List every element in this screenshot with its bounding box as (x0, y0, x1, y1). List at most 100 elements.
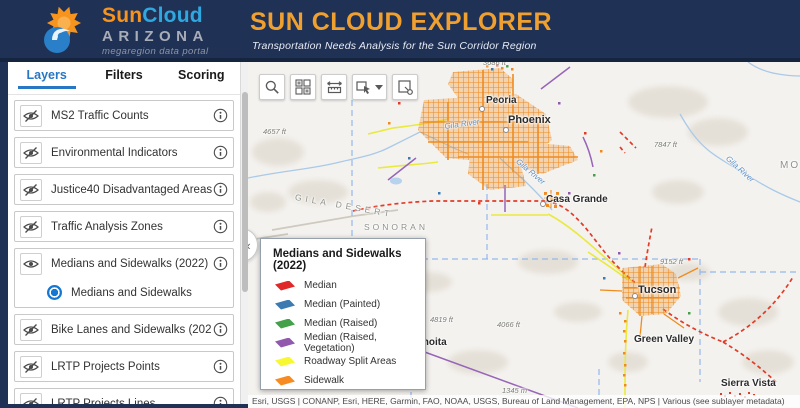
visibility-toggle[interactable] (20, 392, 42, 404)
layer-label: Medians and Sidewalks (2022) (51, 257, 209, 270)
sidebar-scrollbar[interactable] (240, 62, 248, 404)
eye-off-icon (23, 323, 39, 336)
tab-layers[interactable]: Layers (17, 62, 76, 94)
layer-card-ms2-traffic-counts[interactable]: MS2 Traffic Counts (14, 100, 234, 131)
tab-filters-label: Filters (105, 67, 143, 82)
layer-label: Environmental Indicators (51, 146, 178, 159)
legend-swatch-median (275, 280, 295, 291)
layer-label: LRTP Projects Points (51, 360, 160, 373)
tab-underline-spacer (172, 86, 230, 89)
legend-item-sidewalk: Sidewalk (261, 371, 425, 390)
phoenix-sidewalk-network (418, 68, 578, 190)
layer-card-traffic-analysis-zones[interactable]: Traffic Analysis Zones (14, 211, 234, 242)
info-glyph (213, 322, 227, 337)
info-glyph (213, 219, 227, 234)
eye-off-icon (23, 360, 39, 373)
layer-card-justice40[interactable]: Justice40 Disadvantaged Areas (2022) (14, 174, 234, 205)
legend-panel: Medians and Sidewalks (2022) Median Medi… (260, 238, 426, 390)
logo-tagline: megaregion data portal (102, 46, 209, 57)
layer-label: MS2 Traffic Counts (51, 109, 149, 122)
app-window: SunCloud ARIZONA megaregion data portal … (0, 0, 800, 408)
eye-off-icon (23, 183, 39, 196)
minor-roads (248, 209, 399, 241)
search-button[interactable] (259, 74, 285, 100)
radio-selected-icon[interactable] (47, 285, 62, 300)
layers-sidebar: Layers Filters Scoring MS2 Traffic Count… (0, 62, 248, 408)
layer-card-medians-and-sidewalks[interactable]: Medians and Sidewalks (2022) Medians and… (14, 248, 234, 308)
layer-label: Traffic Analysis Zones (51, 220, 163, 233)
search-icon (265, 80, 279, 94)
map-area: Peoria Phoenix Casa Grande Tucson Green … (248, 62, 800, 408)
tab-scoring-label: Scoring (178, 67, 225, 82)
sketch-button[interactable] (392, 74, 418, 100)
info-glyph (213, 256, 227, 271)
info-icon[interactable] (212, 256, 228, 272)
info-icon[interactable] (212, 322, 228, 338)
layer-card-lrtp-projects-points[interactable]: LRTP Projects Points (14, 351, 234, 382)
visibility-toggle[interactable] (20, 318, 42, 341)
eye-icon (23, 259, 39, 268)
page-title: SUN CLOUD EXPLORER (250, 8, 553, 36)
logo-arizona: ARIZONA (102, 28, 209, 45)
info-icon[interactable] (212, 396, 228, 404)
chevron-down-icon[interactable] (375, 84, 383, 90)
legend-label: Median (Raised, Vegetation) (304, 331, 377, 354)
legend-label: Median (Raised) (304, 318, 378, 329)
layer-card-environmental-indicators[interactable]: Environmental Indicators (14, 137, 234, 168)
legend-swatch-median-raised-vegetation (275, 337, 295, 348)
page-subtitle: Transportation Needs Analysis for the Su… (252, 40, 537, 52)
info-icon[interactable] (212, 219, 228, 235)
peoria-marker (479, 106, 485, 112)
legend-swatch-roadway-split-areas (275, 356, 295, 367)
info-glyph (213, 108, 227, 123)
legend-swatch-median-painted (275, 299, 295, 310)
tab-active-underline (17, 85, 76, 89)
eye-off-icon (23, 146, 39, 159)
visibility-toggle[interactable] (20, 104, 42, 127)
phoenix-marker (503, 127, 509, 133)
visibility-toggle[interactable] (20, 141, 42, 164)
eye-off-icon (23, 109, 39, 122)
sidebar-panel: Layers Filters Scoring MS2 Traffic Count… (8, 62, 240, 404)
suncloud-logo-icon (44, 6, 81, 53)
basemap-icon (295, 79, 311, 95)
info-icon[interactable] (212, 182, 228, 198)
layer-list: MS2 Traffic Counts Environmental Indicat… (8, 95, 240, 404)
layer-card-bike-lanes-and-sidewalks[interactable]: Bike Lanes and Sidewalks (2022) (14, 314, 234, 345)
sublayer-label: Medians and Sidewalks (71, 286, 192, 299)
info-icon[interactable] (212, 359, 228, 375)
legend-label: Median (304, 280, 337, 291)
measure-button[interactable] (321, 74, 347, 100)
layer-card-lrtp-projects-lines[interactable]: LRTP Projects Lines (14, 388, 234, 404)
eye-off-icon (23, 397, 39, 404)
visibility-toggle[interactable] (20, 252, 42, 275)
logo-text: SunCloud ARIZONA megaregion data portal (102, 5, 209, 57)
select-icon (356, 81, 370, 94)
legend-item-median-painted: Median (Painted) (261, 295, 425, 314)
legend-label: Sidewalk (304, 375, 345, 386)
legend-label: Median (Painted) (304, 299, 381, 310)
info-icon[interactable] (212, 108, 228, 124)
casa-grande-marker (540, 201, 546, 207)
visibility-toggle[interactable] (20, 355, 42, 378)
tucson-marker (632, 293, 638, 299)
basemap-button[interactable] (290, 74, 316, 100)
tab-scoring[interactable]: Scoring (172, 62, 230, 94)
logo-wordmark: SunCloud (102, 5, 209, 26)
tucson-sidewalk-network (599, 264, 699, 338)
layer-label: Bike Lanes and Sidewalks (2022) (51, 323, 212, 336)
legend-title: Medians and Sidewalks (2022) (273, 248, 402, 272)
legend-item-roadway-split-areas: Roadway Split Areas (261, 352, 425, 371)
visibility-toggle[interactable] (20, 178, 42, 201)
info-icon[interactable] (212, 145, 228, 161)
legend-item-median-raised: Median (Raised) (261, 314, 425, 333)
sublayer-medians-and-sidewalks[interactable]: Medians and Sidewalks (15, 278, 233, 307)
select-button[interactable] (352, 74, 387, 100)
visibility-toggle[interactable] (20, 215, 42, 238)
tab-underline-spacer (95, 86, 153, 89)
legend-swatch-median-raised (275, 318, 295, 329)
sidebar-tabs: Layers Filters Scoring (8, 62, 240, 95)
legend-item-median-raised-vegetation: Median (Raised, Vegetation) (261, 331, 425, 354)
tab-filters[interactable]: Filters (95, 62, 153, 94)
legend-label: Roadway Split Areas (304, 356, 397, 367)
